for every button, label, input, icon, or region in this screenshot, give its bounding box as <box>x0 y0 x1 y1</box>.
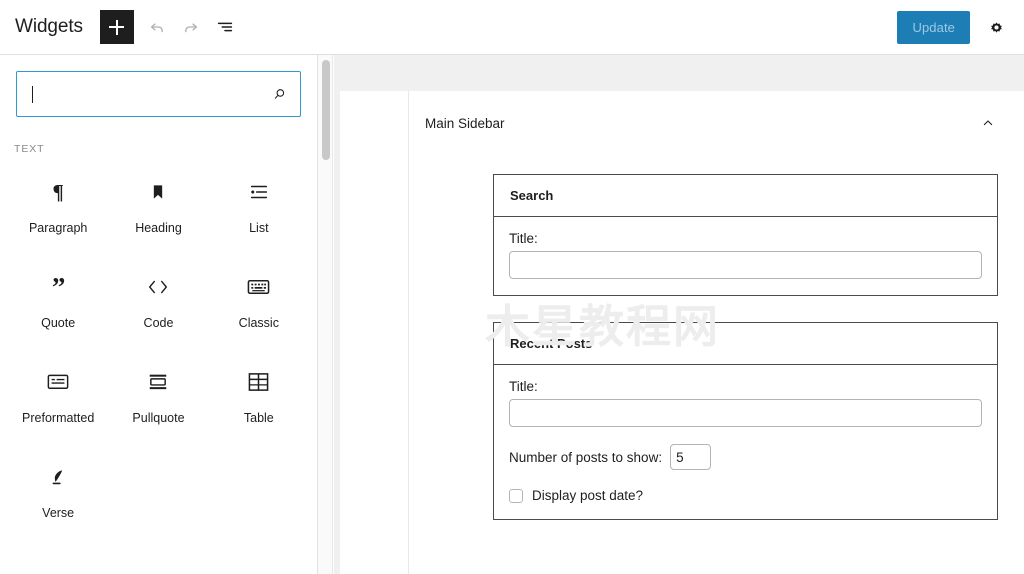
collapse-widget-area-button[interactable] <box>976 111 1000 135</box>
block-item-pullquote[interactable]: Pullquote <box>108 353 208 448</box>
undo-button[interactable] <box>140 10 174 44</box>
settings-button[interactable] <box>978 10 1014 46</box>
list-icon <box>248 177 270 207</box>
widget-area-header: Main Sidebar <box>409 91 1024 135</box>
widgets-editor-screen: Widgets Update <box>0 0 1024 574</box>
classic-icon <box>247 272 270 302</box>
category-label-text: TEXT <box>0 117 317 155</box>
widget-card-search[interactable]: Search Title: <box>493 174 998 296</box>
widget-card-recent-posts[interactable]: Recent Posts Title: Number of posts to s… <box>493 322 998 520</box>
display-post-date-row[interactable]: Display post date? <box>509 488 982 503</box>
widget-body-search: Title: <box>494 217 997 295</box>
paragraph-icon: ¶ <box>52 177 63 207</box>
quote-icon: ” <box>52 272 65 302</box>
top-toolbar: Widgets Update <box>0 0 1024 55</box>
block-label: Classic <box>239 316 279 331</box>
block-inserter-panel: TEXT ¶ Paragraph Heading <box>0 55 318 574</box>
display-post-date-checkbox[interactable] <box>509 489 523 503</box>
block-item-classic[interactable]: Classic <box>209 258 309 353</box>
block-label: Paragraph <box>29 221 87 236</box>
search-submit-button[interactable] <box>258 72 300 116</box>
block-label: Code <box>144 316 174 331</box>
inserter-scrollbar[interactable] <box>318 55 333 574</box>
recent-posts-title-input[interactable] <box>509 399 982 427</box>
code-icon <box>146 272 170 302</box>
block-item-preformatted[interactable]: Preformatted <box>8 353 108 448</box>
widget-area-main-sidebar: Main Sidebar Search Title: <box>408 91 1024 574</box>
block-item-code[interactable]: Code <box>108 258 208 353</box>
widget-title-search: Search <box>494 175 997 217</box>
gear-icon <box>987 18 1006 37</box>
widget-title-recent-posts: Recent Posts <box>494 323 997 365</box>
block-label: Pullquote <box>132 411 184 426</box>
block-item-quote[interactable]: ” Quote <box>8 258 108 353</box>
pullquote-icon <box>147 367 169 397</box>
recent-posts-title-field-label: Title: <box>509 379 982 394</box>
block-type-grid: ¶ Paragraph Heading <box>0 155 317 543</box>
search-box[interactable] <box>16 71 301 117</box>
inserter-scrollbar-thumb[interactable] <box>322 60 330 160</box>
redo-icon <box>181 17 201 37</box>
top-toolbar-right: Update <box>897 0 1014 55</box>
block-label: List <box>249 221 268 236</box>
block-item-list[interactable]: List <box>209 163 309 258</box>
table-icon <box>248 367 269 397</box>
search-icon <box>271 86 288 103</box>
page-title: Widgets <box>15 16 83 38</box>
block-item-heading[interactable]: Heading <box>108 163 208 258</box>
chevron-up-icon <box>980 115 996 131</box>
search-title-field-label: Title: <box>509 231 982 246</box>
redo-button[interactable] <box>174 10 208 44</box>
block-label: Heading <box>135 221 182 236</box>
block-item-verse[interactable]: Verse <box>8 448 108 543</box>
list-view-button[interactable] <box>208 10 242 44</box>
verse-icon <box>47 462 69 492</box>
preformatted-icon <box>47 367 69 397</box>
widget-area-title: Main Sidebar <box>425 116 505 131</box>
search-input[interactable] <box>33 72 258 116</box>
block-item-table[interactable]: Table <box>209 353 309 448</box>
add-block-button[interactable] <box>100 10 134 44</box>
block-label: Preformatted <box>22 411 94 426</box>
widget-list: Search Title: Recent Posts Title: Number… <box>409 135 1024 520</box>
editor-canvas: Main Sidebar Search Title: <box>334 55 1024 574</box>
posts-count-input[interactable] <box>670 444 711 470</box>
add-block-icon <box>109 20 124 35</box>
block-label: Quote <box>41 316 75 331</box>
undo-icon <box>147 17 167 37</box>
block-label: Verse <box>42 506 74 521</box>
posts-count-row: Number of posts to show: <box>509 444 982 470</box>
posts-count-label: Number of posts to show: <box>509 450 662 465</box>
search-title-input[interactable] <box>509 251 982 279</box>
widget-body-recent-posts: Title: Number of posts to show: Display … <box>494 365 997 519</box>
list-view-icon <box>214 16 236 38</box>
block-label: Table <box>244 411 274 426</box>
heading-icon <box>148 177 168 207</box>
display-post-date-label: Display post date? <box>532 488 643 503</box>
block-search-wrapper <box>0 55 317 117</box>
update-button[interactable]: Update <box>897 11 970 44</box>
block-item-paragraph[interactable]: ¶ Paragraph <box>8 163 108 258</box>
